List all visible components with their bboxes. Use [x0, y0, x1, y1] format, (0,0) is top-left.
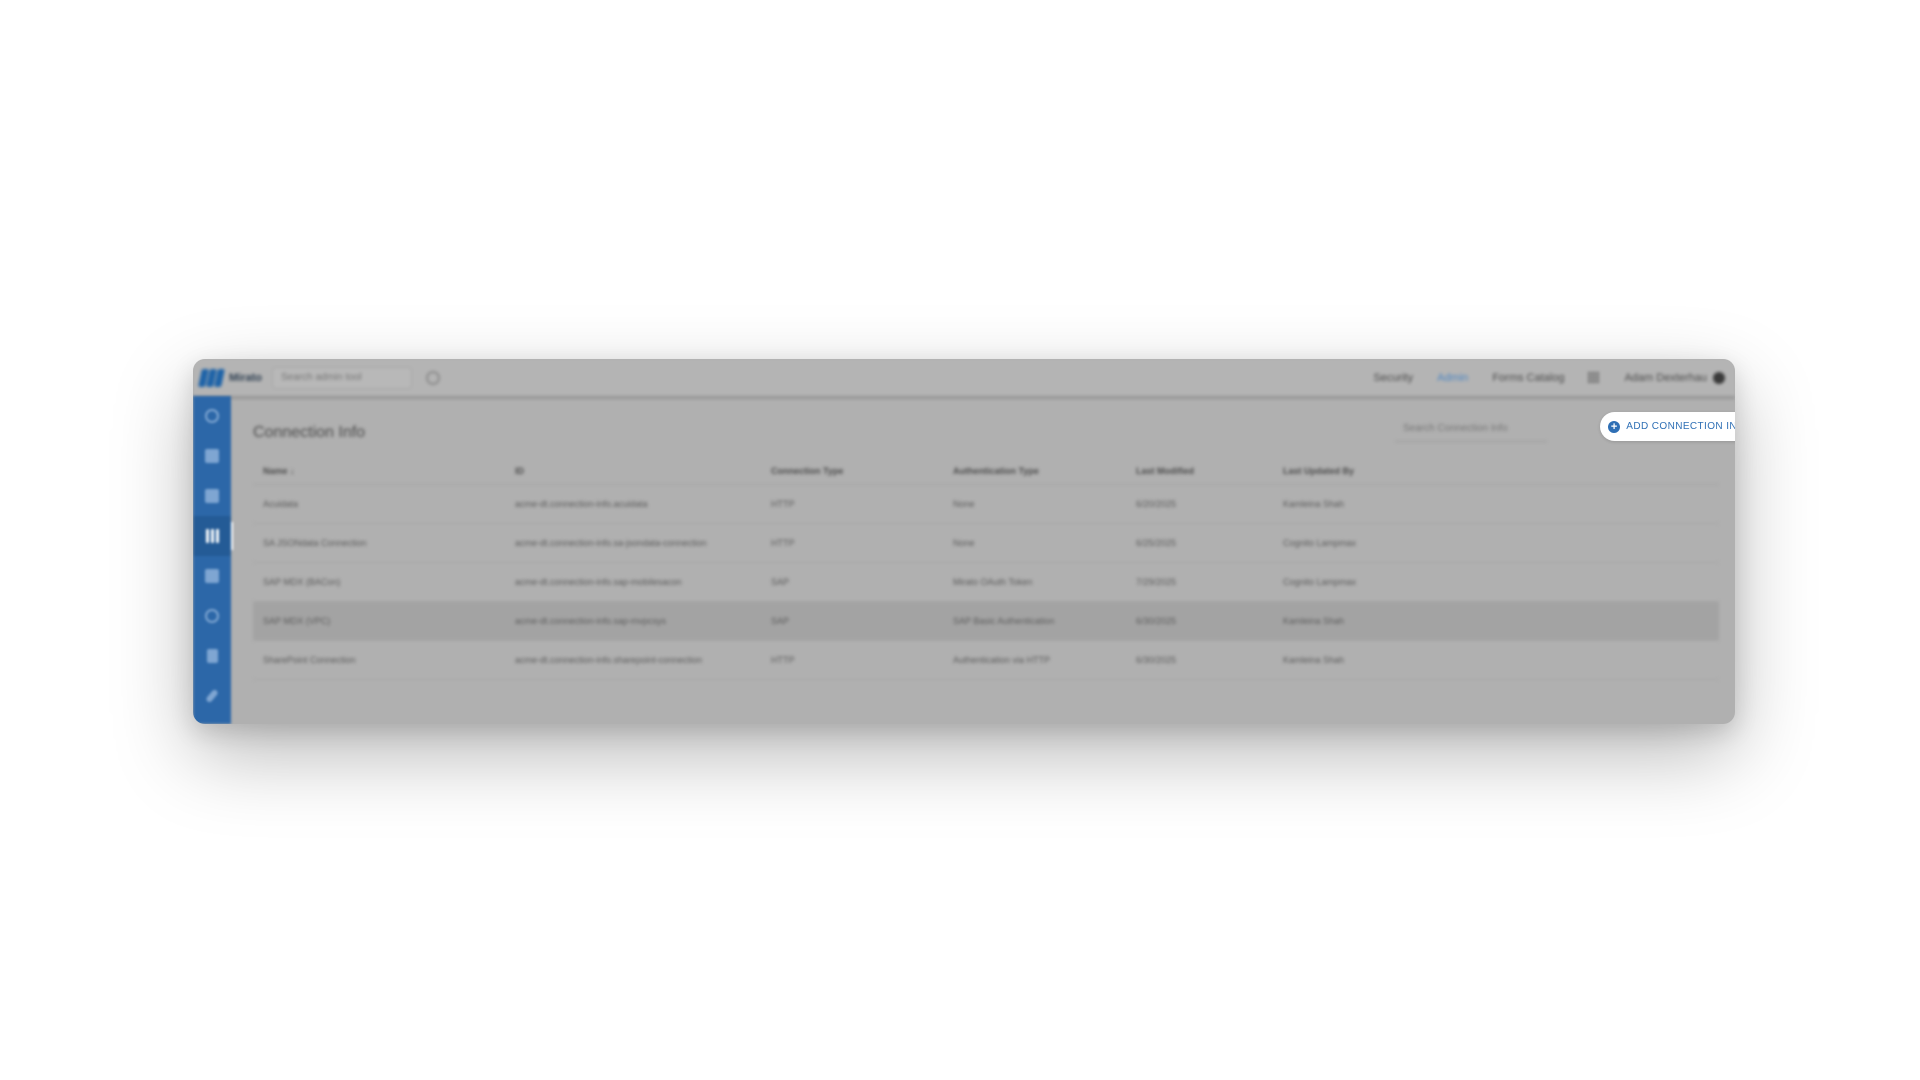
- cell-connection-type: SAP: [761, 601, 943, 641]
- cell-id: acme-dt.connection-info.sa-jsondata-conn…: [505, 523, 761, 563]
- settings-icon[interactable]: [426, 370, 440, 385]
- user-name: Adam Dexterhau: [1624, 371, 1707, 384]
- cell-name: SA JSONdata Connection: [253, 523, 505, 563]
- cell-authentication-type: Mirato OAuth Token: [943, 562, 1126, 602]
- cell-name: SAP MDX (BACon): [253, 562, 505, 602]
- cell-connection-type: HTTP: [761, 523, 943, 563]
- logo-icon: [198, 368, 225, 387]
- column-header-connection-type[interactable]: Connection Type: [761, 458, 943, 485]
- admin-search-input[interactable]: [272, 366, 412, 389]
- cell-last-updated-by: Cognito Lampmax: [1273, 523, 1719, 563]
- cell-name: SAP MDX (VPC): [253, 601, 505, 641]
- cell-last-updated-by: Kamleina Shah: [1273, 484, 1719, 524]
- table-row-highlighted[interactable]: SAP MDX (VPC) acme-dt.connection-info.sa…: [253, 601, 1719, 641]
- logo-text: Mirato: [229, 371, 262, 384]
- user-avatar-icon: [1713, 371, 1725, 384]
- sidebar-item-cloud[interactable]: [193, 396, 231, 436]
- main-content: Connection Info Name ↓ ID Connection Typ…: [231, 396, 1735, 724]
- sidebar: [193, 396, 233, 724]
- logo[interactable]: Mirato: [198, 368, 262, 387]
- cell-authentication-type: None: [943, 523, 1126, 563]
- cell-last-modified: 6/25/2025: [1126, 523, 1273, 563]
- cell-id: acme-dt.connection-info.acuidata: [505, 484, 761, 524]
- add-connection-info-button[interactable]: + ADD CONNECTION INFO: [1600, 412, 1735, 441]
- add-connection-info-label: ADD CONNECTION INFO: [1626, 421, 1735, 432]
- table-row[interactable]: SharePoint Connection acme-dt.connection…: [253, 640, 1719, 680]
- sidebar-item-grid[interactable]: [193, 556, 231, 596]
- sidebar-item-dashboard[interactable]: [193, 436, 231, 476]
- connection-search-input[interactable]: [1395, 416, 1547, 442]
- nav-forms-catalog[interactable]: Forms Catalog: [1492, 372, 1564, 384]
- column-header-last-updated-by[interactable]: Last Updated By: [1273, 458, 1719, 485]
- attachment-icon: [205, 688, 219, 704]
- table-row[interactable]: Acuidata acme-dt.connection-info.acuidat…: [253, 484, 1719, 524]
- cell-last-modified: 6/30/2025: [1126, 640, 1273, 680]
- cell-last-updated-by: Cognito Lampmax: [1273, 562, 1719, 602]
- cell-authentication-type: Authentication via HTTP: [943, 640, 1126, 680]
- sidebar-item-document[interactable]: [193, 636, 231, 676]
- cell-last-modified: 6/20/2025: [1126, 484, 1273, 524]
- page-title: Connection Info: [253, 424, 366, 441]
- cell-last-updated-by: Kamleina Shah: [1273, 601, 1719, 641]
- cloud-icon: [205, 409, 219, 423]
- user-menu[interactable]: Adam Dexterhau: [1624, 371, 1725, 384]
- cell-last-modified: 6/30/2025: [1126, 601, 1273, 641]
- cell-last-modified: 7/29/2025: [1126, 562, 1273, 602]
- cell-connection-type: HTTP: [761, 640, 943, 680]
- cell-name: SharePoint Connection: [253, 640, 505, 680]
- apps-grid-icon[interactable]: [1588, 371, 1600, 384]
- column-header-authentication-type[interactable]: Authentication Type: [943, 458, 1126, 485]
- app-window: Mirato Security Admin Forms Catalog Adam…: [193, 359, 1735, 724]
- clock-icon: [205, 609, 219, 623]
- top-nav: Security Admin Forms Catalog Adam Dexter…: [1373, 371, 1725, 384]
- sidebar-item-clock[interactable]: [193, 596, 231, 636]
- cell-id: acme-dt.connection-info.sap-mobilesacon: [505, 562, 761, 602]
- cell-last-updated-by: Kamleina Shah: [1273, 640, 1719, 680]
- cell-connection-type: SAP: [761, 562, 943, 602]
- table-header: Name ↓ ID Connection Type Authentication…: [253, 458, 1719, 485]
- sidebar-item-attachment[interactable]: [193, 676, 231, 716]
- column-header-name[interactable]: Name ↓: [253, 458, 505, 485]
- cell-name: Acuidata: [253, 484, 505, 524]
- column-header-last-modified[interactable]: Last Modified: [1126, 458, 1273, 485]
- connection-table: Name ↓ ID Connection Type Authentication…: [253, 458, 1719, 680]
- table-row[interactable]: SA JSONdata Connection acme-dt.connectio…: [253, 523, 1719, 563]
- document-icon: [206, 649, 218, 663]
- top-bar: Mirato Security Admin Forms Catalog Adam…: [193, 359, 1735, 399]
- nav-admin[interactable]: Admin: [1437, 372, 1468, 384]
- sidebar-item-list[interactable]: [193, 476, 231, 516]
- list-icon: [205, 489, 219, 503]
- sidebar-item-connections[interactable]: [193, 516, 233, 556]
- grid-icon: [205, 569, 219, 583]
- cell-connection-type: HTTP: [761, 484, 943, 524]
- connections-icon: [204, 529, 220, 543]
- cell-authentication-type: SAP Basic Authentication: [943, 601, 1126, 641]
- dashboard-icon: [205, 449, 219, 463]
- column-header-id[interactable]: ID: [505, 458, 761, 485]
- cell-authentication-type: None: [943, 484, 1126, 524]
- cell-id: acme-dt.connection-info.sap-mvpcsys: [505, 601, 761, 641]
- nav-security[interactable]: Security: [1373, 372, 1413, 384]
- add-circle-icon: +: [1608, 420, 1621, 433]
- cell-id: acme-dt.connection-info.sharepoint-conne…: [505, 640, 761, 680]
- main-overlay: Connection Info Name ↓ ID Connection Typ…: [231, 396, 1735, 724]
- table-row[interactable]: SAP MDX (BACon) acme-dt.connection-info.…: [253, 562, 1719, 602]
